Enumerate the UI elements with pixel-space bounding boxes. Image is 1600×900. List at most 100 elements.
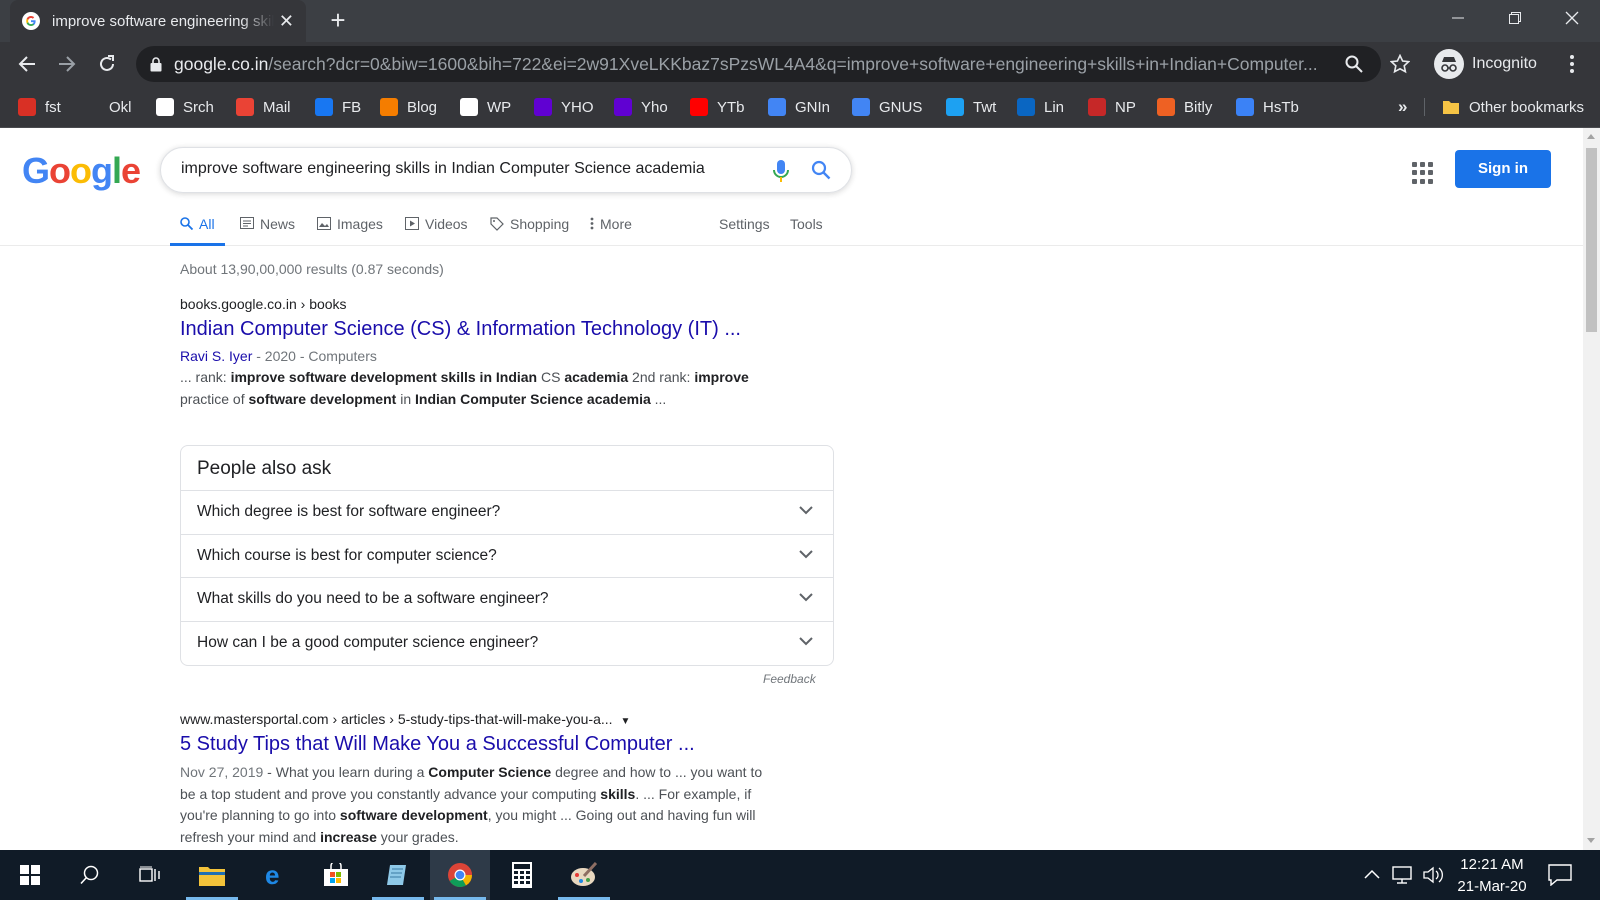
- network-icon[interactable]: [1392, 865, 1414, 885]
- minimize-icon: [1452, 17, 1464, 19]
- incognito-icon: [1434, 49, 1464, 79]
- chrome-app[interactable]: [430, 850, 490, 900]
- paa-question[interactable]: What skills do you need to be a software…: [181, 577, 833, 620]
- google-logo[interactable]: Google: [22, 150, 141, 192]
- search-box[interactable]: [160, 147, 852, 193]
- taskbar-clock[interactable]: 12:21 AM 21-Mar-20: [1452, 854, 1532, 898]
- file-explorer-icon: [199, 867, 225, 886]
- paint-app[interactable]: [554, 850, 614, 900]
- search-icon[interactable]: [811, 160, 831, 180]
- google-apps-icon[interactable]: [1412, 162, 1434, 184]
- calculator-app[interactable]: [492, 850, 552, 900]
- twitter-icon: [946, 98, 964, 116]
- url-text[interactable]: google.co.in/search?dcr=0&biw=1600&bih=7…: [174, 54, 1324, 75]
- result-title-link[interactable]: 5 Study Tips that Will Make You a Succes…: [180, 733, 780, 756]
- scroll-down-arrow-icon[interactable]: [1587, 838, 1595, 843]
- hashtag-icon: [1236, 98, 1254, 116]
- tab-more[interactable]: More: [590, 216, 632, 246]
- tab-all[interactable]: All: [170, 216, 225, 246]
- store-app[interactable]: [306, 850, 366, 900]
- caret-down-icon[interactable]: ▼: [621, 716, 631, 727]
- paa-question[interactable]: How can I be a good computer science eng…: [181, 621, 833, 664]
- start-button[interactable]: [0, 850, 60, 900]
- tab-tools[interactable]: Tools: [790, 216, 823, 246]
- bookmark-gnus[interactable]: GNUS: [852, 95, 922, 119]
- close-window-button[interactable]: [1544, 0, 1600, 36]
- bookmarks-overflow-button[interactable]: »: [1398, 97, 1407, 117]
- tab-videos[interactable]: Videos: [405, 216, 468, 246]
- folder-icon: [1443, 101, 1459, 114]
- search-input[interactable]: [181, 160, 741, 178]
- action-center-icon[interactable]: [1548, 864, 1572, 886]
- clock-date: 21-Mar-20: [1457, 878, 1527, 895]
- file-explorer-app[interactable]: [182, 850, 242, 900]
- paa-question[interactable]: Which course is best for computer scienc…: [181, 534, 833, 577]
- bookmark-hstb[interactable]: HsTb: [1236, 95, 1299, 119]
- bookmark-lin[interactable]: Lin: [1017, 95, 1064, 119]
- bookmark-yho[interactable]: Yho: [614, 95, 668, 119]
- minimize-button[interactable]: [1430, 0, 1486, 36]
- bookmark-blog[interactable]: Blog: [380, 95, 437, 119]
- result-url[interactable]: books.google.co.in › books: [180, 296, 780, 312]
- feedback-link[interactable]: Feedback: [763, 672, 816, 686]
- browser-tab[interactable]: improve software engineering skills in I…: [10, 0, 306, 42]
- page-scrollbar[interactable]: [1583, 128, 1600, 850]
- restore-button[interactable]: [1487, 0, 1543, 36]
- browser-toolbar: google.co.in/search?dcr=0&biw=1600&bih=7…: [0, 42, 1600, 86]
- bookmark-wp[interactable]: WP: [460, 95, 511, 119]
- paa-question[interactable]: Which degree is best for software engine…: [181, 490, 833, 533]
- zoom-icon[interactable]: [1345, 55, 1363, 73]
- notepad-app[interactable]: [368, 850, 428, 900]
- result-url[interactable]: www.mastersportal.com › articles › 5-stu…: [180, 711, 780, 727]
- browser-menu-button[interactable]: [1560, 51, 1584, 77]
- search-results-page: Google Sign in All News Images Videos: [0, 128, 1583, 850]
- tab-shopping[interactable]: Shopping: [490, 216, 569, 246]
- taskbar-search-button[interactable]: [60, 850, 120, 900]
- task-view-button[interactable]: [120, 850, 180, 900]
- result-stats: About 13,90,00,000 results (0.87 seconds…: [180, 261, 444, 277]
- forward-button[interactable]: [52, 49, 82, 79]
- tab-news[interactable]: News: [240, 216, 295, 246]
- search-result: books.google.co.in › books Indian Comput…: [180, 296, 780, 410]
- bookmark-okl[interactable]: Okl: [100, 95, 132, 119]
- google-news-icon: [852, 98, 870, 116]
- facebook-icon: [315, 98, 333, 116]
- bookmark-fb[interactable]: FB: [315, 95, 361, 119]
- bookmark-srch[interactable]: Srch: [156, 95, 214, 119]
- bookmark-ytb[interactable]: YTb: [690, 95, 745, 119]
- sign-in-button[interactable]: Sign in: [1455, 150, 1551, 188]
- result-title-link[interactable]: Indian Computer Science (CS) & Informati…: [180, 318, 780, 341]
- bookmark-yho[interactable]: YHO: [534, 95, 594, 119]
- bookmark-gnin[interactable]: GNIn: [768, 95, 830, 119]
- google-icon: [156, 98, 174, 116]
- bookmark-twt[interactable]: Twt: [946, 95, 996, 119]
- address-bar[interactable]: google.co.in/search?dcr=0&biw=1600&bih=7…: [136, 46, 1381, 82]
- close-tab-icon[interactable]: ✕: [279, 11, 294, 32]
- volume-icon[interactable]: [1422, 865, 1444, 885]
- paint-icon: [571, 862, 598, 886]
- tab-settings[interactable]: Settings: [719, 216, 770, 246]
- scroll-up-arrow-icon[interactable]: [1587, 134, 1595, 139]
- search-result: www.mastersportal.com › articles › 5-stu…: [180, 711, 780, 848]
- search-tabs: All News Images Videos Shopping More Set…: [0, 206, 1583, 246]
- show-hidden-icons-icon[interactable]: [1364, 867, 1380, 881]
- bitly-icon: [1157, 98, 1175, 116]
- new-tab-button[interactable]: +: [325, 7, 351, 34]
- incognito-profile-button[interactable]: Incognito: [1432, 47, 1547, 81]
- bookmark-bitly[interactable]: Bitly: [1157, 95, 1212, 119]
- scrollbar-thumb[interactable]: [1586, 148, 1597, 332]
- lock-icon[interactable]: [150, 56, 162, 72]
- edge-app[interactable]: e: [245, 850, 305, 900]
- bookmark-np[interactable]: NP: [1088, 95, 1136, 119]
- reload-button[interactable]: [92, 49, 122, 79]
- microphone-icon[interactable]: [773, 160, 789, 182]
- result-author-link[interactable]: Ravi S. Iyer: [180, 348, 252, 364]
- other-bookmarks-folder[interactable]: Other bookmarks: [1442, 95, 1584, 119]
- bookmark-mail[interactable]: Mail: [236, 95, 291, 119]
- wordpress-icon: [460, 98, 478, 116]
- bookmark-fst[interactable]: fst: [18, 95, 61, 119]
- back-button[interactable]: [12, 49, 42, 79]
- bookmark-star-icon[interactable]: [1390, 54, 1410, 74]
- linkedin-icon: [1017, 98, 1035, 116]
- tab-images[interactable]: Images: [317, 216, 383, 246]
